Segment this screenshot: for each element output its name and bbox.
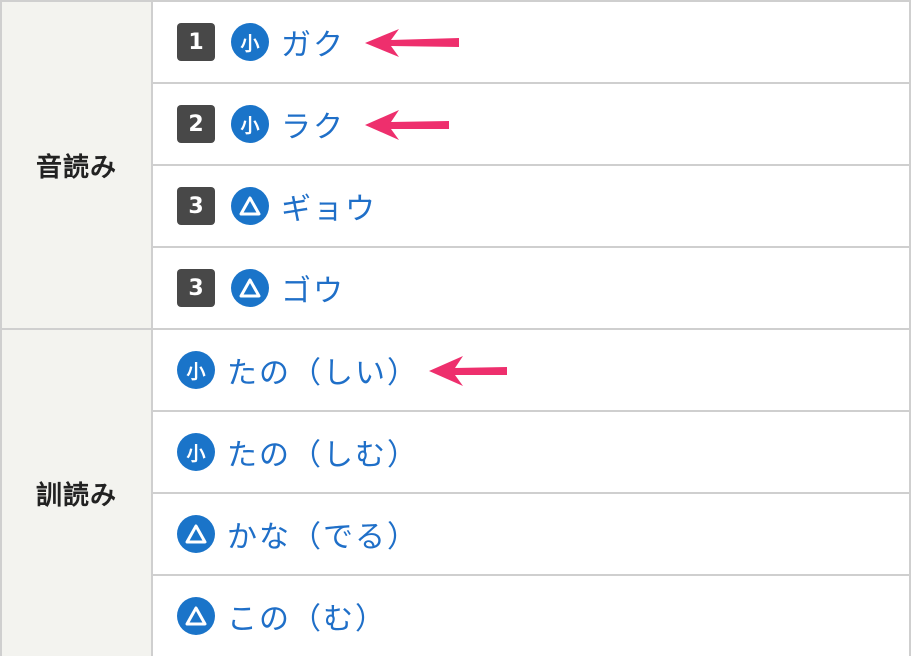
triangle-icon <box>231 187 269 225</box>
reading-link[interactable]: ギョウ <box>281 184 377 228</box>
grade-badge: 2 <box>177 105 215 143</box>
kun-yomi-group: 訓読み 小 たの（しい） 小 たの（しむ） かな（でる） この（む） <box>0 330 911 656</box>
small-icon: 小 <box>177 351 215 389</box>
on-yomi-group: 音読み 1 小 ガク 2 小 ラク 3 ギョウ 3 ゴウ <box>0 2 911 330</box>
arrow-icon <box>365 29 459 57</box>
triangle-icon <box>177 515 215 553</box>
reading-link[interactable]: たの（しい） <box>227 348 419 392</box>
on-yomi-rows: 1 小 ガク 2 小 ラク 3 ギョウ 3 ゴウ <box>153 2 911 328</box>
triangle-icon <box>231 269 269 307</box>
reading-link[interactable]: ゴウ <box>281 266 345 310</box>
small-icon: 小 <box>231 105 269 143</box>
on-yomi-row: 3 ギョウ <box>153 166 909 248</box>
small-icon: 小 <box>177 433 215 471</box>
kun-yomi-row: 小 たの（しい） <box>153 330 909 412</box>
on-yomi-row: 2 小 ラク <box>153 84 909 166</box>
kun-yomi-rows: 小 たの（しい） 小 たの（しむ） かな（でる） この（む） <box>153 330 911 656</box>
small-icon: 小 <box>231 23 269 61</box>
triangle-icon <box>177 597 215 635</box>
grade-badge: 3 <box>177 269 215 307</box>
kun-yomi-header: 訓読み <box>0 330 153 656</box>
kun-yomi-row: かな（でる） <box>153 494 909 576</box>
kun-yomi-row: 小 たの（しむ） <box>153 412 909 494</box>
reading-link[interactable]: この（む） <box>227 594 387 638</box>
reading-link[interactable]: たの（しむ） <box>227 430 419 474</box>
reading-link[interactable]: ガク <box>281 20 345 64</box>
arrow-icon <box>429 356 507 386</box>
on-yomi-header: 音読み <box>0 2 153 328</box>
readings-table: 音読み 1 小 ガク 2 小 ラク 3 ギョウ 3 ゴウ 訓読み 小 たの（しい… <box>0 0 911 656</box>
grade-badge: 3 <box>177 187 215 225</box>
reading-link[interactable]: ラク <box>281 102 345 146</box>
arrow-icon <box>365 110 449 140</box>
on-yomi-row: 3 ゴウ <box>153 248 909 328</box>
kun-yomi-row: この（む） <box>153 576 909 656</box>
grade-badge: 1 <box>177 23 215 61</box>
on-yomi-row: 1 小 ガク <box>153 2 909 84</box>
reading-link[interactable]: かな（でる） <box>227 512 419 556</box>
